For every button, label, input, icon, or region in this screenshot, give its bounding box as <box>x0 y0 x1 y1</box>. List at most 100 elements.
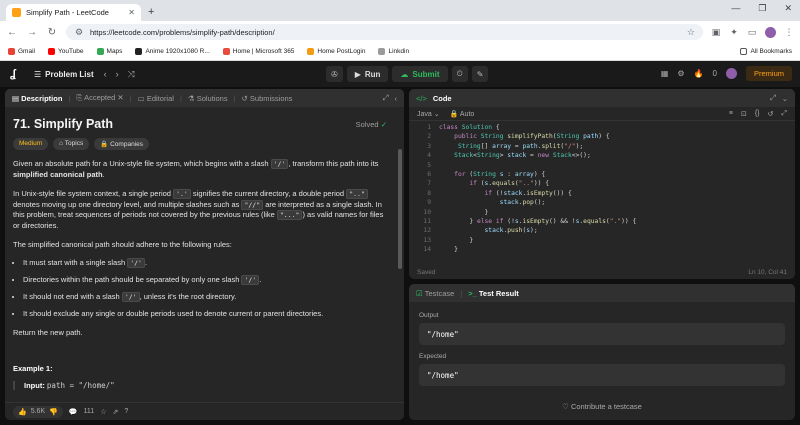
gmail-icon <box>8 48 15 55</box>
user-avatar[interactable] <box>725 68 737 79</box>
code-panel: </> Code ⤢ ⌄ Java ⌄ 🔒 Auto ≡ ⊡ {} ↺ ⤢ 1c… <box>409 89 795 279</box>
extension-icon[interactable]: ▣ <box>711 27 721 37</box>
check-icon: ✓ <box>380 119 387 129</box>
streak-count: 0 <box>712 69 717 78</box>
youtube-icon <box>47 48 55 55</box>
leetcode-navbar: ʆ ☰ Problem List ‹›⤨ ✇ ▶ Run ☁ Submit ⏲ … <box>0 61 800 87</box>
list-icon: ☰ <box>34 69 42 79</box>
settings-icon[interactable]: ⚙ <box>677 69 684 78</box>
tab-testcase[interactable]: ☑ Testcase <box>416 289 454 298</box>
bookmark-star-icon[interactable]: ☆ <box>687 27 695 38</box>
expected-value: "/home" <box>419 364 785 386</box>
kebab-menu-icon[interactable]: ⋮ <box>784 27 794 37</box>
submit-button[interactable]: ☁ Submit <box>392 66 448 82</box>
maximize-panel-icon[interactable]: ⤢ <box>383 93 389 103</box>
problem-nav-arrows[interactable]: ‹›⤨ <box>104 69 144 80</box>
bookmark-youtube[interactable]: YouTube <box>47 48 84 55</box>
problem-list-button[interactable]: ☰ Problem List <box>34 70 94 79</box>
sidepanel-icon[interactable]: ▭ <box>747 27 757 37</box>
premium-button[interactable]: Premium <box>745 66 792 81</box>
url-field[interactable]: ⚙ https://leetcode.com/problems/simplify… <box>66 24 703 40</box>
tab-editorial[interactable]: ▭ Editorial <box>138 94 174 103</box>
reset-icon[interactable]: ↺ <box>768 110 774 118</box>
bookmark-icon[interactable]: ⊡ <box>741 110 747 118</box>
leetcode-logo-icon[interactable]: ʆ <box>10 68 22 80</box>
code-status-bar: Saved Ln 10, Col 41 <box>409 265 795 279</box>
collapse-code-icon[interactable]: ⌄ <box>782 94 788 103</box>
tab-submissions[interactable]: ↺ Submissions <box>242 94 293 103</box>
notes-icon[interactable]: ✎ <box>471 66 489 82</box>
run-submit-group: ✇ ▶ Run ☁ Submit ⏲ ✎ <box>326 66 489 82</box>
checkbox-icon: ☑ <box>416 288 423 298</box>
close-tab-icon[interactable]: ✕ <box>128 8 135 17</box>
thumbs-down-icon[interactable]: 👎 <box>49 408 58 416</box>
debug-icon[interactable]: ✇ <box>326 66 343 82</box>
bookmark-maps[interactable]: Maps <box>96 48 122 55</box>
maps-icon <box>96 48 104 55</box>
problem-paragraph-3: The simplified canonical path should adh… <box>13 240 232 249</box>
testcase-tabs: ☑ Testcase | >_ Test Result <box>409 284 795 302</box>
autocomplete-toggle[interactable]: 🔒 Auto <box>450 110 475 118</box>
minimize-icon[interactable]: — <box>731 3 740 14</box>
tab-test-result[interactable]: >_ Test Result <box>468 289 519 298</box>
contribute-testcase-link[interactable]: ♡ Contribute a testcase <box>419 402 785 411</box>
bookmark-anime[interactable]: Anime 1920x1080 R... <box>135 48 210 55</box>
language-select[interactable]: Java ⌄ <box>417 110 440 118</box>
collapse-panel-icon[interactable]: ‹ <box>395 94 398 103</box>
problem-paragraph-1: Given an absolute path for a Unix-style … <box>13 159 379 179</box>
rule-item: Directories within the path should be se… <box>23 274 387 285</box>
companies-chip[interactable]: 🔒 Companies <box>94 138 149 150</box>
window-close-icon[interactable]: ✕ <box>784 3 792 14</box>
leetcode-favicon-icon <box>12 8 21 17</box>
fullscreen-icon[interactable]: ⤢ <box>781 110 787 118</box>
run-button[interactable]: ▶ Run <box>346 66 389 82</box>
tab-accepted[interactable]: ⎘ Accepted ✕ <box>76 93 123 103</box>
site-info-icon[interactable]: ⚙ <box>74 27 84 37</box>
window-controls: — ❐ ✕ <box>731 3 792 14</box>
timer-icon[interactable]: ⏲ <box>451 66 468 82</box>
description-footer: 👍 5.6K 👎 💬 111 ☆ ⇗ ? <box>5 402 404 420</box>
problem-paragraph-4: Return the new path. <box>13 327 83 337</box>
code-editor[interactable]: 1 class Solution { 2 public String simpli… <box>409 123 795 253</box>
favorite-star-icon[interactable]: ☆ <box>100 408 106 416</box>
address-bar: ← → ↻ ⚙ https://leetcode.com/problems/si… <box>0 21 800 43</box>
bookmark-postlogin[interactable]: Home PostLogin <box>307 48 365 55</box>
format-icon[interactable]: ≡ <box>729 110 733 118</box>
solved-badge: Solved ✓ <box>355 119 387 129</box>
profile-avatar[interactable] <box>765 26 776 38</box>
tab-description[interactable]: ▤ Description <box>12 94 62 103</box>
comment-icon[interactable]: 💬 <box>69 408 78 416</box>
problem-title[interactable]: 71. Simplify Path <box>13 117 113 131</box>
testcase-panel: ☑ Testcase | >_ Test Result Output "/hom… <box>409 284 795 420</box>
description-panel: ▤ Description | ⎘ Accepted ✕ | ▭ Editori… <box>5 89 404 420</box>
puzzle-icon[interactable]: ✦ <box>729 27 739 37</box>
help-icon[interactable]: ? <box>124 408 128 415</box>
forward-icon[interactable]: → <box>26 27 38 38</box>
maximize-icon[interactable]: ❐ <box>758 3 766 14</box>
globe-icon <box>378 48 386 55</box>
test-result-content: Output "/home" Expected "/home" ♡ Contri… <box>409 302 795 417</box>
code-toolbar: Java ⌄ 🔒 Auto ≡ ⊡ {} ↺ ⤢ <box>409 107 795 121</box>
like-count: 5.6K <box>30 408 46 415</box>
reload-icon[interactable]: ↻ <box>46 27 58 38</box>
bookmark-microsoft365[interactable]: Home | Microsoft 365 <box>222 48 294 55</box>
thumbs-up-icon[interactable]: 👍 <box>18 408 27 416</box>
bookmark-gmail[interactable]: Gmail <box>8 48 35 55</box>
new-tab-icon[interactable]: + <box>148 6 154 18</box>
bookmarks-bar: Gmail YouTube Maps Anime 1920x1080 R... … <box>0 43 800 61</box>
braces-icon[interactable]: {} <box>755 110 760 118</box>
bookmark-linkdin[interactable]: Linkdin <box>378 48 409 55</box>
maximize-code-icon[interactable]: ⤢ <box>770 93 776 103</box>
tab-solutions[interactable]: ⚗ Solutions <box>188 94 228 103</box>
tab-title: Simplify Path - LeetCode <box>26 8 109 17</box>
streak-fire-icon[interactable]: 🔥 <box>694 69 704 78</box>
back-icon[interactable]: ← <box>6 27 18 38</box>
topics-chip[interactable]: ⌂ Topics <box>53 138 90 150</box>
description-tabs: ▤ Description | ⎘ Accepted ✕ | ▭ Editori… <box>5 89 404 107</box>
description-scrollbar[interactable] <box>398 149 402 269</box>
all-bookmarks[interactable]: All Bookmarks <box>740 48 792 55</box>
layout-icon[interactable]: ▦ <box>661 69 669 78</box>
share-icon[interactable]: ⇗ <box>112 408 118 416</box>
code-brackets-icon: </> <box>416 93 427 103</box>
browser-tab[interactable]: Simplify Path - LeetCode ✕ <box>6 4 141 21</box>
